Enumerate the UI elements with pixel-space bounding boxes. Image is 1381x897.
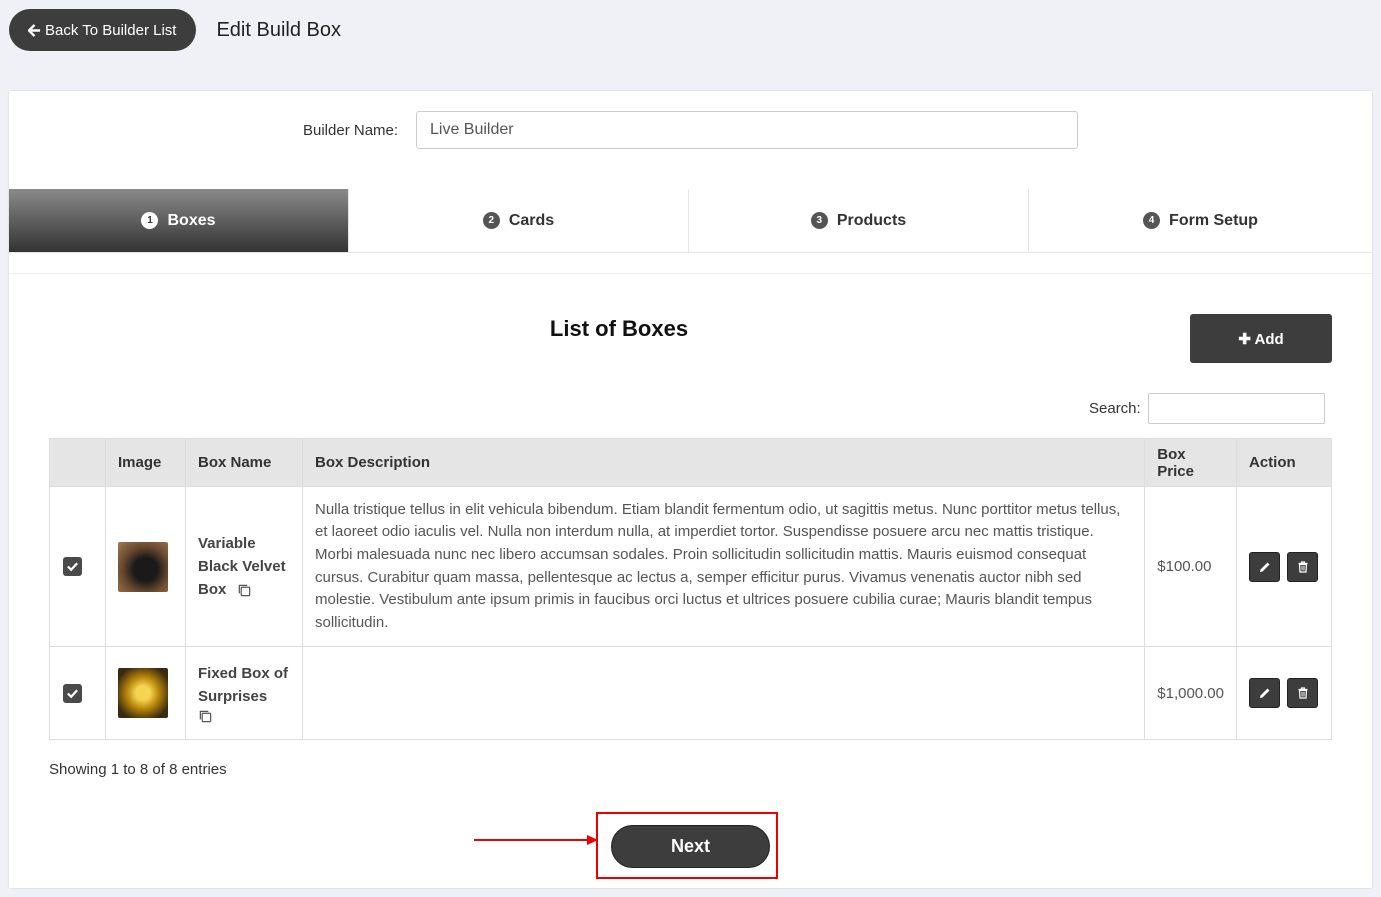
box-price: $100.00 [1144,486,1237,647]
box-thumbnail [118,541,168,592]
tab-products[interactable]: 3 Products [689,189,1029,252]
search-input[interactable] [1147,393,1325,424]
column-header-image[interactable]: Image [105,438,186,487]
row-checkbox[interactable] [63,683,82,703]
row-image-cell [105,646,186,740]
add-box-button[interactable]: ✚ Add [1190,314,1332,363]
search-area: Search: [1089,393,1325,424]
search-label: Search: [1089,400,1141,417]
column-header-box-name[interactable]: Box Name [185,438,303,487]
column-header-box-price[interactable]: Box Price [1144,438,1237,487]
step-number-badge: 4 [1143,212,1161,229]
box-price: $1,000.00 [1144,646,1237,740]
back-button-label: Back To Builder List [45,21,177,39]
arrow-left-icon [28,23,41,37]
edit-button[interactable] [1249,678,1280,708]
column-header-box-description[interactable]: Box Description [301,438,1146,487]
row-action-cell [1236,486,1332,647]
tab-cards[interactable]: 2 Cards [349,189,689,252]
delete-button[interactable] [1287,551,1318,582]
box-description: Nulla tristique tellus in elit vehicula … [301,486,1146,647]
column-header-select[interactable] [49,438,106,487]
list-title: List of Boxes [549,316,689,341]
entries-info: Showing 1 to 8 of 8 entries [49,761,227,778]
tab-label: Form Setup [1169,211,1258,229]
row-name-cell: Variable Black Velvet Box [185,486,303,647]
tab-boxes[interactable]: 1 Boxes [9,189,349,252]
tab-label: Products [836,211,907,229]
tab-form-setup[interactable]: 4 Form Setup [1029,189,1372,252]
row-select-cell [49,486,106,647]
next-highlight-frame: Next [596,812,778,879]
next-button[interactable]: Next [611,825,770,868]
plus-icon: ✚ [1238,330,1251,348]
divider [9,273,1372,274]
tab-label: Boxes [167,211,216,229]
trash-icon [1298,560,1307,573]
row-action-cell [1236,646,1332,740]
table-row: Variable Black Velvet Box Nulla tristiqu… [49,486,1332,647]
builder-name-input[interactable] [416,111,1078,149]
edit-button[interactable] [1249,551,1280,582]
row-image-cell [105,486,186,647]
row-select-cell [49,646,106,740]
step-number-badge: 2 [482,212,500,229]
table-row: Fixed Box of Surprises $1,000.00 [49,646,1332,740]
add-button-label: Add [1254,330,1284,348]
top-bar: Back To Builder List Edit Build Box [9,9,341,51]
step-number-badge: 1 [141,212,159,229]
delete-button[interactable] [1287,678,1318,708]
builder-card: Builder Name: 1 Boxes 2 Cards 3 Products… [9,91,1372,888]
box-name: Fixed Box of Surprises [198,664,289,705]
step-number-badge: 3 [810,212,828,229]
row-name-cell: Fixed Box of Surprises [185,646,303,740]
copy-icon[interactable] [198,709,213,724]
trash-icon [1298,687,1307,699]
copy-icon[interactable] [237,583,252,598]
check-icon [67,562,78,572]
row-checkbox[interactable] [63,557,82,576]
builder-name-label: Builder Name: [303,122,399,139]
arrow-right-icon [474,835,598,845]
step-tabs: 1 Boxes 2 Cards 3 Products 4 Form Setup [9,189,1372,253]
pencil-icon [1259,688,1269,698]
check-icon [67,688,78,698]
builder-name-row: Builder Name: [9,111,1372,149]
pencil-icon [1259,562,1269,572]
column-header-action: Action [1236,438,1332,487]
box-thumbnail [118,668,168,718]
boxes-table: Image Box Name Box Description Box Price… [49,438,1332,740]
box-description [301,646,1146,740]
page-title: Edit Build Box [216,18,341,41]
back-to-builder-list-button[interactable]: Back To Builder List [9,9,197,51]
tab-label: Cards [508,211,555,229]
table-header-row: Image Box Name Box Description Box Price… [49,438,1332,487]
